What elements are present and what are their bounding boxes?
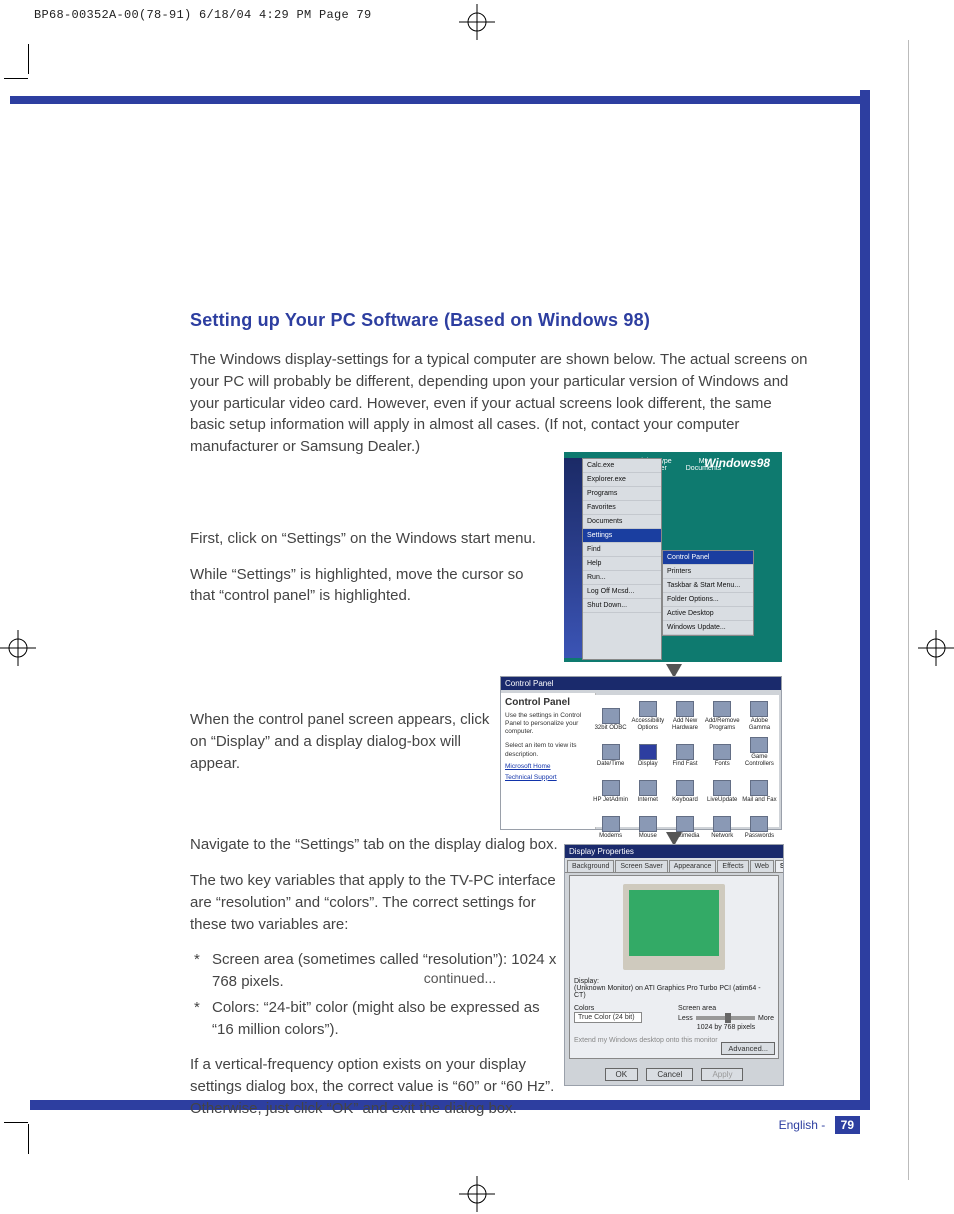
apply-button[interactable]: Apply	[701, 1068, 743, 1081]
area-less-label: Less	[678, 1015, 693, 1022]
registration-mark-bottom	[459, 1176, 495, 1212]
step-3-line-b: The two key variables that apply to the …	[190, 870, 560, 935]
figure-control-panel: Control Panel Control Panel Use the sett…	[500, 676, 782, 830]
control-panel-icon-date-time[interactable]: Date/Time	[593, 733, 628, 767]
settings-submenu: Control Panel Printers Taskbar & Start M…	[662, 550, 754, 636]
control-panel-icon-add-remove-programs[interactable]: Add/Remove Programs	[705, 697, 740, 731]
control-panel-icon-modems[interactable]: Modems	[593, 805, 628, 839]
control-panel-icon-liveupdate[interactable]: LiveUpdate	[705, 769, 740, 803]
crop-mark	[4, 78, 28, 79]
control-panel-icon-32bit-odbc[interactable]: 32bit ODBC	[593, 697, 628, 731]
figure-display-properties: Display Properties Background Screen Sav…	[564, 844, 784, 1086]
display-label: Display:	[574, 978, 774, 985]
start-menu-list: Calc.exe Explorer.exe Programs Favorites…	[582, 458, 662, 660]
control-panel-icon-mail-and-fax[interactable]: Mail and Fax	[742, 769, 777, 803]
submenu-windows-update[interactable]: Windows Update...	[663, 621, 753, 635]
tab-effects[interactable]: Effects	[717, 860, 748, 872]
footer-page-number: 79	[835, 1116, 860, 1134]
colors-dropdown[interactable]: True Color (24 bit)	[574, 1012, 642, 1023]
screen-area-value: 1024 by 768 pixels	[678, 1024, 774, 1031]
crop-mark	[4, 1122, 28, 1123]
advanced-button[interactable]: Advanced...	[721, 1042, 775, 1055]
control-panel-icon-hp-jetadmin[interactable]: HP JetAdmin	[593, 769, 628, 803]
monitor-preview-icon	[623, 884, 725, 970]
area-more-label: More	[758, 1015, 774, 1022]
screen-area-slider[interactable]	[696, 1016, 755, 1020]
submenu-active-desktop[interactable]: Active Desktop	[663, 607, 753, 621]
cancel-button[interactable]: Cancel	[646, 1068, 693, 1081]
footer-language: English -	[779, 1118, 829, 1132]
control-panel-icon-display[interactable]: Display	[630, 733, 665, 767]
settings-pane: Display: (Unknown Monitor) on ATI Graphi…	[569, 875, 779, 1059]
page-footer: English - 79	[779, 1116, 860, 1134]
tab-web[interactable]: Web	[750, 860, 774, 872]
control-panel-side-text: Use the settings in Control Panel to per…	[505, 712, 591, 736]
ok-button[interactable]: OK	[605, 1068, 639, 1081]
colors-label: Colors	[574, 1005, 670, 1012]
start-menu-item-programs[interactable]: Programs	[583, 487, 661, 501]
control-panel-heading: Control Panel	[505, 697, 591, 708]
control-panel-icon-add-new-hardware[interactable]: Add New Hardware	[667, 697, 702, 731]
start-menu-item-help[interactable]: Help	[583, 557, 661, 571]
control-panel-icon-find-fast[interactable]: Find Fast	[667, 733, 702, 767]
page-title: Setting up Your PC Software (Based on Wi…	[190, 310, 810, 331]
step-1-line-b: While “Settings” is highlighted, move th…	[190, 564, 550, 608]
start-menu-item-shutdown[interactable]: Shut Down...	[583, 599, 661, 613]
control-panel-icon-keyboard[interactable]: Keyboard	[667, 769, 702, 803]
start-menu-recent[interactable]: Explorer.exe	[583, 473, 661, 487]
start-menu-item-run[interactable]: Run...	[583, 571, 661, 585]
step-3-bullet-colors: Colors: “24-bit” color (might also be ex…	[190, 997, 560, 1041]
window-title-bar: Control Panel	[501, 677, 781, 690]
control-panel-icon-accessibility-options[interactable]: Accessibility Options	[630, 697, 665, 731]
registration-mark-right	[918, 630, 954, 666]
submenu-printers[interactable]: Printers	[663, 565, 753, 579]
step-3-line-c: If a vertical-frequency option exists on…	[190, 1054, 560, 1119]
control-panel-sidebar: Control Panel Use the settings in Contro…	[501, 693, 596, 829]
start-menu-item-documents[interactable]: Documents	[583, 515, 661, 529]
dialog-button-row: OK Cancel Apply	[565, 1068, 783, 1081]
manual-page: Setting up Your PC Software (Based on Wi…	[30, 90, 870, 1110]
control-panel-icon-network[interactable]: Network	[705, 805, 740, 839]
start-menu: Calc.exe Explorer.exe Programs Favorites…	[564, 458, 774, 658]
window-title-bar: Display Properties	[565, 845, 783, 858]
control-panel-icon-passwords[interactable]: Passwords	[742, 805, 777, 839]
crop-mark	[28, 44, 29, 74]
control-panel-side-hint: Select an item to view its description.	[505, 742, 591, 758]
control-panel-icon-fonts[interactable]: Fonts	[705, 733, 740, 767]
submenu-control-panel[interactable]: Control Panel	[663, 551, 753, 565]
submenu-taskbar[interactable]: Taskbar & Start Menu...	[663, 579, 753, 593]
tab-background[interactable]: Background	[567, 860, 614, 872]
print-slug: BP68-00352A-00(78-91) 6/18/04 4:29 PM Pa…	[34, 8, 372, 22]
control-panel-icon-mouse[interactable]: Mouse	[630, 805, 665, 839]
control-panel-icon-internet[interactable]: Internet	[630, 769, 665, 803]
tab-strip: Background Screen Saver Appearance Effec…	[565, 858, 783, 873]
link-ms-home[interactable]: Microsoft Home	[505, 763, 591, 770]
start-menu-banner	[564, 458, 582, 658]
display-value: (Unknown Monitor) on ATI Graphics Pro Tu…	[574, 985, 774, 999]
tab-screen-saver[interactable]: Screen Saver	[615, 860, 667, 872]
start-menu-recent[interactable]: Calc.exe	[583, 459, 661, 473]
registration-mark-top	[459, 4, 495, 40]
control-panel-grid: 32bit ODBCAccessibility OptionsAdd New H…	[591, 695, 779, 827]
start-menu-item-favorites[interactable]: Favorites	[583, 501, 661, 515]
step-1-line-a: First, click on “Settings” on the Window…	[190, 528, 550, 550]
start-menu-item-settings[interactable]: Settings	[583, 529, 661, 543]
start-menu-item-find[interactable]: Find	[583, 543, 661, 557]
screen-area-label: Screen area	[678, 1005, 774, 1012]
submenu-folder-options[interactable]: Folder Options...	[663, 593, 753, 607]
step-2-line: When the control panel screen appears, c…	[190, 709, 490, 774]
step-3-line-a: Navigate to the “Settings” tab on the di…	[190, 834, 560, 856]
intro-paragraph: The Windows display-settings for a typic…	[190, 349, 810, 458]
start-menu-item-logoff[interactable]: Log Off Mcsd...	[583, 585, 661, 599]
control-panel-icon-game-controllers[interactable]: Game Controllers	[742, 733, 777, 767]
tab-appearance[interactable]: Appearance	[669, 860, 717, 872]
crop-mark	[28, 1124, 29, 1154]
tab-settings[interactable]: Settings	[775, 860, 783, 872]
fold-guide	[908, 40, 909, 1180]
link-tech-support[interactable]: Technical Support	[505, 774, 591, 781]
control-panel-icon-adobe-gamma[interactable]: Adobe Gamma	[742, 697, 777, 731]
